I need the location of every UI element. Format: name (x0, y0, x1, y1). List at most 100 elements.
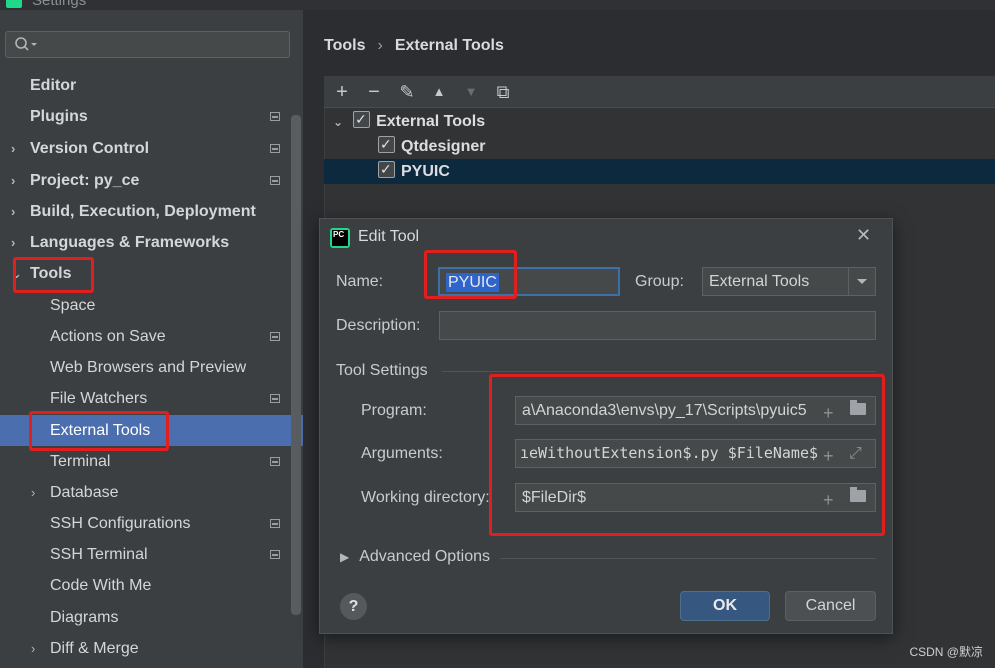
tree-group-checkbox[interactable] (353, 107, 371, 132)
sidebar-item-diff-merge[interactable]: › Diff & Merge (0, 633, 303, 664)
remove-icon[interactable]: − (361, 80, 387, 104)
chevron-right-icon[interactable]: › (11, 165, 15, 196)
tree-item-checkbox[interactable] (378, 132, 395, 157)
sidebar-item-label: Diagrams (50, 609, 119, 626)
sidebar-item-label: Plugins (30, 108, 88, 125)
sidebar-item-label: Web Browsers and Preview (50, 359, 247, 376)
add-icon[interactable]: + (329, 80, 355, 104)
pycharm-icon: PC (330, 228, 350, 248)
section-divider (500, 558, 876, 559)
cancel-button[interactable]: Cancel (785, 591, 876, 621)
sidebar-item-languages-frameworks[interactable]: › Languages & Frameworks (0, 227, 303, 258)
edit-icon[interactable]: ✎ (394, 80, 420, 104)
close-icon[interactable]: ✕ (856, 225, 871, 246)
working-directory-label: Working directory: (361, 489, 490, 506)
sidebar-item-file-watchers[interactable]: File Watchers (0, 383, 303, 414)
sidebar-item-space[interactable]: Space (0, 290, 303, 321)
chevron-down-icon[interactable] (848, 268, 875, 295)
sidebar-item-editor[interactable]: Editor (0, 70, 303, 101)
advanced-options-toggle[interactable]: ▶ Advanced Options (340, 548, 490, 566)
sidebar-item-database[interactable]: › Database (0, 477, 303, 508)
breadcrumb: Tools › External Tools (324, 37, 504, 55)
description-field[interactable] (439, 311, 876, 340)
annotation-highlight-name (424, 250, 517, 299)
project-level-icon (270, 332, 280, 341)
sidebar-item-label: SSH Terminal (50, 546, 148, 563)
sidebar-item-label: Diff & Merge (50, 640, 139, 657)
sidebar-item-label: Database (50, 484, 119, 501)
group-label: Group: (635, 273, 684, 290)
sidebar-scrollbar[interactable] (291, 115, 301, 615)
project-level-icon (270, 112, 280, 121)
tools-toolbar: + − ✎ ▲ ▼ ⧉ (324, 76, 995, 108)
tree-item-pyuic[interactable]: PYUIC (378, 157, 450, 184)
sidebar-item-project-py-ce[interactable]: › Project: py_ce (0, 165, 303, 196)
group-select[interactable]: External Tools (702, 267, 876, 296)
name-label: Name: (336, 273, 384, 290)
annotation-highlight-tools (13, 257, 94, 293)
chevron-right-icon[interactable]: › (31, 633, 35, 664)
sidebar-item-label: Editor (30, 77, 77, 94)
window-title-bar (0, 0, 995, 10)
annotation-highlight-tool-settings (489, 374, 885, 536)
breadcrumb-separator: › (377, 37, 383, 54)
program-label: Program: (361, 402, 427, 419)
project-level-icon (270, 550, 280, 559)
watermark: CSDN @默凉 (909, 645, 983, 659)
tree-group-label: External Tools (376, 113, 486, 130)
arguments-label: Arguments: (361, 445, 443, 462)
section-divider (442, 371, 876, 372)
tree-item-label: PYUIC (401, 163, 450, 180)
sidebar-item-actions-on-save[interactable]: Actions on Save (0, 321, 303, 352)
chevron-down-icon[interactable]: ⌄ (333, 115, 343, 129)
sidebar-item-label: Project: py_ce (30, 172, 140, 189)
sidebar-item-ssh-terminal[interactable]: SSH Terminal (0, 539, 303, 570)
group-value: External Tools (709, 273, 810, 290)
chevron-right-icon[interactable]: › (11, 196, 15, 227)
annotation-highlight-external-tools (29, 411, 169, 451)
tree-item-qtdesigner[interactable]: Qtdesigner (378, 132, 486, 159)
dialog-title: Edit Tool (358, 228, 420, 245)
tree-item-checkbox[interactable] (378, 157, 395, 182)
sidebar-item-label: Build, Execution, Deployment (30, 203, 256, 220)
tree-group-external-tools[interactable]: ⌄ External Tools (333, 107, 486, 134)
description-label: Description: (336, 317, 421, 334)
help-button[interactable]: ? (340, 593, 367, 620)
sidebar-item-web-browsers-and-preview[interactable]: Web Browsers and Preview (0, 352, 303, 383)
app-icon (6, 0, 22, 8)
sidebar-item-ssh-configurations[interactable]: SSH Configurations (0, 508, 303, 539)
sidebar-item-label: SSH Configurations (50, 515, 191, 532)
tool-settings-heading: Tool Settings (336, 362, 428, 379)
breadcrumb-current: External Tools (394, 37, 504, 54)
copy-icon[interactable]: ⧉ (490, 80, 516, 104)
move-up-icon[interactable]: ▲ (426, 80, 452, 104)
sidebar-item-code-with-me[interactable]: Code With Me (0, 570, 303, 601)
project-level-icon (270, 457, 280, 466)
pycharm-icon-label: PC (332, 230, 348, 246)
window-title: Settings (32, 0, 87, 9)
sidebar-item-diagrams[interactable]: Diagrams (0, 602, 303, 633)
search-input[interactable] (5, 31, 290, 58)
chevron-right-icon: ▶ (340, 550, 350, 564)
sidebar-item-plugins[interactable]: Plugins (0, 101, 303, 132)
chevron-right-icon[interactable]: › (31, 477, 35, 508)
project-level-icon (270, 176, 280, 185)
breadcrumb-parent[interactable]: Tools (324, 37, 365, 54)
project-level-icon (270, 519, 280, 528)
search-icon (15, 37, 37, 51)
ok-button[interactable]: OK (680, 591, 770, 621)
sidebar-item-label: Space (50, 297, 96, 314)
sidebar-item-version-control[interactable]: › Version Control (0, 133, 303, 164)
sidebar-item-label: Languages & Frameworks (30, 234, 230, 251)
tree-item-label: Qtdesigner (401, 138, 486, 155)
advanced-options-label: Advanced Options (359, 548, 490, 565)
sidebar-item-label: Code With Me (50, 577, 152, 594)
sidebar-item-build-execution-deployment[interactable]: › Build, Execution, Deployment (0, 196, 303, 227)
chevron-right-icon[interactable]: › (11, 133, 15, 164)
project-level-icon (270, 144, 280, 153)
project-level-icon (270, 394, 280, 403)
chevron-right-icon[interactable]: › (11, 227, 15, 258)
move-down-icon[interactable]: ▼ (458, 80, 484, 104)
sidebar-item-label: Actions on Save (50, 328, 166, 345)
sidebar-item-label: File Watchers (50, 390, 148, 407)
